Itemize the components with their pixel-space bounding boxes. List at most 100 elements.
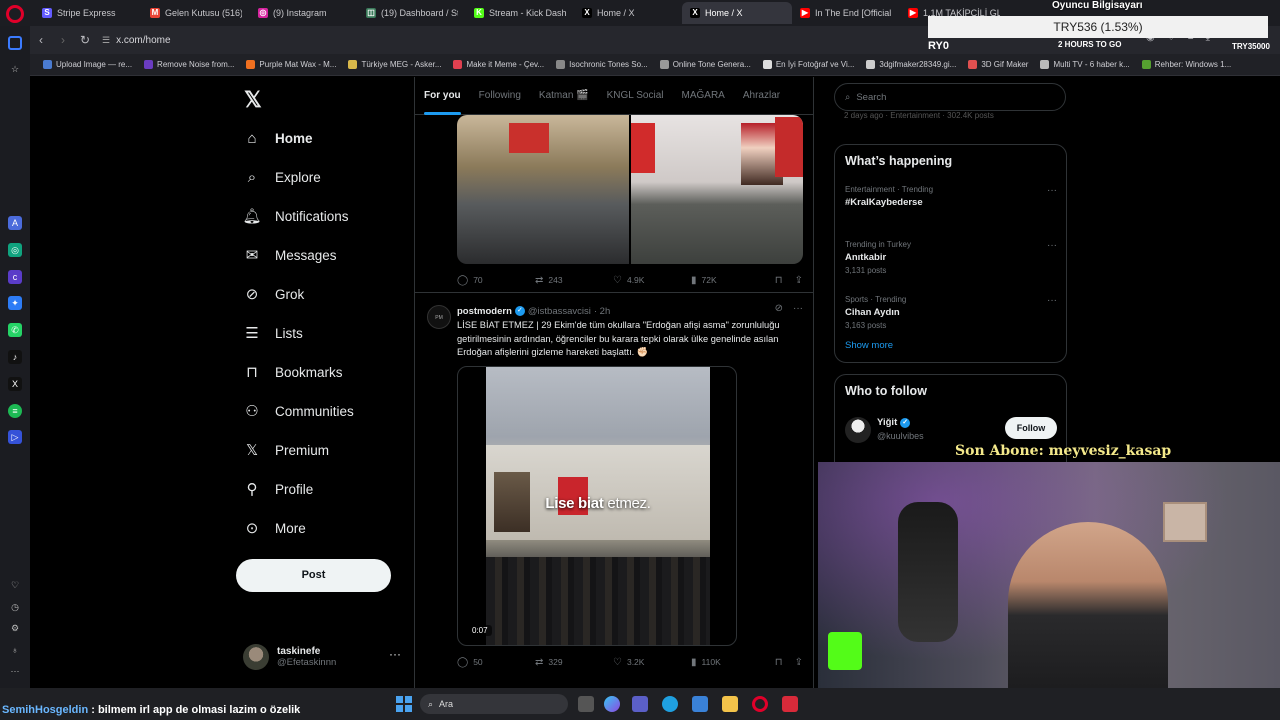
avatar[interactable]: PM xyxy=(427,305,451,329)
more-icon[interactable]: ··· xyxy=(389,647,401,661)
show-more-link[interactable]: Show more xyxy=(845,340,893,351)
tweet-image[interactable] xyxy=(457,115,629,264)
chatgpt-icon[interactable]: ◎ xyxy=(8,243,22,257)
browser-tab[interactable]: ▶ In The End [Official HD xyxy=(792,2,900,24)
whatsapp-icon[interactable]: ✆ xyxy=(8,323,22,337)
tweet-video[interactable]: Lise biat etmez. 0:07 xyxy=(457,366,737,646)
follow-button[interactable]: Follow xyxy=(1005,417,1057,439)
tweet-media[interactable] xyxy=(457,115,803,264)
bookmark-item[interactable]: Online Tone Genera... xyxy=(655,60,756,69)
heart-icon[interactable]: ♡ xyxy=(8,578,22,592)
account-switcher[interactable]: taskinefe @Efetaskinnn ··· xyxy=(243,641,403,673)
opera-icon[interactable] xyxy=(752,696,768,712)
nav-item-more[interactable]: ⊙ More xyxy=(243,513,306,543)
timeline-tab[interactable]: KNGL Social xyxy=(598,77,673,115)
bookmark-item[interactable]: Isochronic Tones So... xyxy=(551,60,653,69)
x-icon[interactable]: X xyxy=(8,377,22,391)
browser-tab[interactable]: S Stripe Express xyxy=(34,2,142,24)
timeline-tab[interactable]: Ahrazlar xyxy=(734,77,789,115)
more-icon[interactable]: ··· xyxy=(793,303,803,314)
taskbar-search[interactable]: ⌕ Ara xyxy=(420,694,568,714)
browser-tab[interactable]: K Stream - Kick Dashboar xyxy=(466,2,574,24)
reply-button[interactable]: ◯ 50 xyxy=(457,657,535,668)
trend-item[interactable]: Trending in Turkey Anıtkabir 3,131 posts ··… xyxy=(845,240,1057,275)
post-button[interactable]: Post xyxy=(236,559,391,592)
aria-icon[interactable]: A xyxy=(8,216,22,230)
site-info-icon[interactable]: ☰ xyxy=(102,35,110,46)
repost-button[interactable]: ⇄ 243 xyxy=(535,275,613,286)
grok-icon[interactable]: ⊘ xyxy=(775,303,783,314)
views-button[interactable]: ▮ 72K xyxy=(691,275,769,286)
search-input[interactable]: ⌕ Search xyxy=(834,83,1066,111)
tweet-author-name[interactable]: postmodern xyxy=(457,306,512,317)
bookmark-item[interactable]: Remove Noise from... xyxy=(139,60,239,69)
reply-button[interactable]: ◯ 70 xyxy=(457,275,535,286)
bookmark-item[interactable]: Purple Mat Wax - M... xyxy=(241,60,341,69)
folder-icon[interactable] xyxy=(722,696,738,712)
nav-item-bookmarks[interactable]: ⊓ Bookmarks xyxy=(243,357,342,387)
more-icon[interactable]: ··· xyxy=(8,664,22,678)
nav-item-profile[interactable]: ⚲ Profile xyxy=(243,474,314,504)
tweet-time[interactable]: · 2h xyxy=(594,306,610,317)
browser-tab[interactable]: ◎ (9) Instagram xyxy=(250,2,358,24)
tiktok-icon[interactable]: ♪ xyxy=(8,350,22,364)
bookmark-item[interactable]: En İyi Fotoğraf ve Vi... xyxy=(758,60,860,69)
home-icon[interactable] xyxy=(8,36,22,50)
bookmark-item[interactable]: Multi TV - 6 haber k... xyxy=(1035,60,1134,69)
nav-item-messages[interactable]: ✉ Messages xyxy=(243,240,337,270)
opera-menu-icon[interactable] xyxy=(6,5,24,23)
tweet-image[interactable] xyxy=(631,115,803,264)
app-icon[interactable] xyxy=(782,696,798,712)
trend-item[interactable]: Sports · Trending Cihan Aydın 3,163 posts ·… xyxy=(845,295,1057,330)
avatar[interactable] xyxy=(845,417,871,443)
bookmark-icon[interactable]: ⊓ xyxy=(775,657,783,668)
nav-item-explore[interactable]: ⌕ Explore xyxy=(243,162,321,192)
back-icon[interactable]: ‹ xyxy=(30,33,52,47)
url-field[interactable]: ☰ x.com/home xyxy=(102,30,171,50)
reload-icon[interactable]: ↻ xyxy=(74,33,96,47)
bookmark-item[interactable]: 3D Gif Maker xyxy=(963,60,1033,69)
trend-item[interactable]: Entertainment · Trending #KralKaybederse ·… xyxy=(845,185,1057,211)
timeline-tab[interactable]: For you xyxy=(415,77,470,115)
browser-tab[interactable]: ◫ (19) Dashboard / Stream xyxy=(358,2,466,24)
nav-item-home[interactable]: ⌂ Home xyxy=(243,123,312,153)
star-icon[interactable]: ☆ xyxy=(8,62,22,76)
more-icon[interactable]: ··· xyxy=(1047,185,1057,196)
nav-item-grok[interactable]: ⊘ Grok xyxy=(243,279,305,309)
nav-item-premium[interactable]: 𝕏 Premium xyxy=(243,435,329,465)
task-view-icon[interactable] xyxy=(578,696,594,712)
bookmark-item[interactable]: Upload Image — re... xyxy=(38,60,137,69)
browser-tab[interactable]: X Home / X xyxy=(682,2,792,24)
spotify-icon[interactable]: ≡ xyxy=(8,404,22,418)
settings-icon[interactable]: ⚙ xyxy=(8,621,22,635)
nav-item-lists[interactable]: ☰ Lists xyxy=(243,318,303,348)
timeline-tab[interactable]: Katman 🎬 xyxy=(530,77,598,115)
player-icon[interactable]: ▷ xyxy=(8,430,22,444)
share-icon[interactable]: ⇪ xyxy=(795,657,803,668)
store-icon[interactable] xyxy=(692,696,708,712)
like-button[interactable]: ♡ 4.9K xyxy=(613,275,691,286)
history-icon[interactable]: ◷ xyxy=(8,600,22,614)
timeline-tab[interactable]: Following xyxy=(470,77,530,115)
lightbulb-icon[interactable]: ♁ xyxy=(8,643,22,657)
teams-icon[interactable] xyxy=(632,696,648,712)
views-button[interactable]: ▮ 110K xyxy=(691,657,769,668)
forward-icon[interactable]: › xyxy=(52,33,74,47)
bookmark-item[interactable]: Rehber: Windows 1... xyxy=(1137,60,1236,69)
bookmark-item[interactable]: Make it Meme - Çev... xyxy=(448,60,549,69)
tweet-author-handle[interactable]: @istbassavcisi xyxy=(528,306,591,317)
timeline-tab[interactable]: MAĞARA xyxy=(673,77,734,115)
bookmark-icon[interactable]: ⊓ xyxy=(775,275,783,286)
copilot-icon[interactable] xyxy=(604,696,620,712)
bookmark-item[interactable]: 3dgifmaker28349.gi... xyxy=(861,60,961,69)
repost-button[interactable]: ⇄ 329 xyxy=(535,657,613,668)
follow-suggestion[interactable]: Yiğit ✓ @kuulvibes Follow xyxy=(845,415,1057,445)
messenger-icon[interactable]: ✦ xyxy=(8,296,22,310)
x-logo-icon[interactable]: 𝕏 xyxy=(244,87,262,113)
edge-icon[interactable] xyxy=(662,696,678,712)
browser-tab[interactable]: X Home / X xyxy=(574,2,682,24)
windows-start-icon[interactable] xyxy=(396,696,412,712)
nav-item-notifications[interactable]: 🔔︎ Notifications xyxy=(242,201,348,231)
bookmark-item[interactable]: Türkiye MEG - Asker... xyxy=(343,60,446,69)
more-icon[interactable]: ··· xyxy=(1047,295,1057,306)
